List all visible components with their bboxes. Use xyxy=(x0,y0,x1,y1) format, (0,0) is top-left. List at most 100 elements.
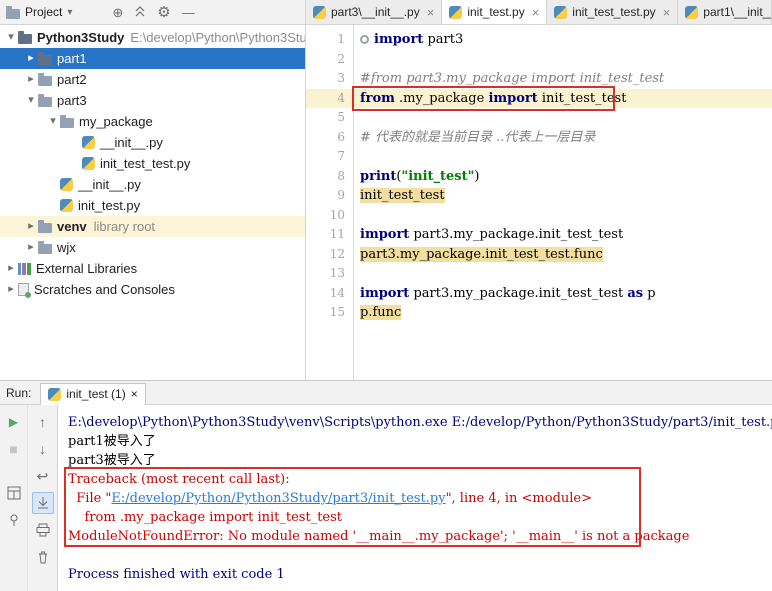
main-area: ▾ Python3Study E:\develop\Python\Python3… xyxy=(0,25,772,380)
close-icon[interactable]: × xyxy=(663,5,671,20)
rerun-button[interactable]: ▶ xyxy=(3,411,25,433)
editor-tab-part3-init[interactable]: part3\__init__.py × xyxy=(306,0,443,24)
text-line: from .my_package import init_test_test xyxy=(68,508,772,527)
soft-wrap-button[interactable]: ↩ xyxy=(32,465,54,487)
editor-tab-init-test[interactable]: init_test.py × xyxy=(442,0,548,24)
chevron-down-icon[interactable]: ▾ xyxy=(24,90,38,111)
code-token: part3.my_package.init_test_test.func xyxy=(360,246,603,262)
code-token: from .my_package import init_test_test xyxy=(68,510,343,525)
python-file-icon xyxy=(60,178,73,191)
code-token: from xyxy=(360,90,395,106)
chevron-down-icon[interactable]: ▾ xyxy=(4,27,18,48)
chevron-right-icon[interactable]: ▸ xyxy=(24,237,38,258)
collapse-all-icon[interactable] xyxy=(134,6,146,18)
tree-item-init-py-part3[interactable]: __init__.py xyxy=(0,174,305,195)
code-token: .my_package xyxy=(394,90,489,106)
text-line: print("init_test") xyxy=(354,167,772,187)
line-number: 8 xyxy=(337,168,345,183)
tree-item-init-test-py[interactable]: init_test.py xyxy=(0,195,305,216)
console-output[interactable]: E:\develop\Python\Python3Study\venv\Scri… xyxy=(58,405,772,591)
tree-item-label: init_test.py xyxy=(78,198,141,213)
folder-icon xyxy=(38,220,52,233)
text-line: part3被导入了 xyxy=(68,451,772,470)
code-token: part3 xyxy=(423,32,464,47)
tree-item-my-package[interactable]: ▾ my_package xyxy=(0,111,305,132)
stop-button[interactable]: ■ xyxy=(3,438,25,460)
project-view-selector[interactable]: Project ▾ xyxy=(6,5,72,19)
tree-item-part3[interactable]: ▾ part3 xyxy=(0,90,305,111)
code-token: part1被导入了 xyxy=(68,434,156,449)
editor-marker-icon xyxy=(360,35,369,44)
code-token: import xyxy=(374,32,424,47)
tree-item-label: init_test_test.py xyxy=(100,156,191,171)
code-token: File " xyxy=(68,491,112,506)
run-tab-bar: Run: init_test (1) × xyxy=(0,381,772,405)
tree-item-scratches[interactable]: ▸ Scratches and Consoles xyxy=(0,279,305,300)
text-line xyxy=(354,50,772,70)
prev-trace-button[interactable]: ↑ xyxy=(32,411,54,433)
run-toolbar-left: ▶ ■ xyxy=(0,405,28,591)
tree-item-path: E:\develop\Python\Python3Stu xyxy=(130,30,305,45)
hide-panel-icon[interactable]: — xyxy=(182,6,195,19)
text-line: part3.my_package.init_test_test.func xyxy=(354,245,772,265)
pin-tab-button[interactable] xyxy=(3,509,25,531)
restore-layout-button[interactable] xyxy=(3,482,25,504)
editor-gutter[interactable]: 1 2 3 4 5 6 7 8 9 10 11 12 13 14 15 xyxy=(306,25,354,380)
text-line: # 代表的就是当前目录 ..代表上一层目录 xyxy=(354,128,772,148)
close-icon[interactable]: × xyxy=(427,5,435,20)
text-line: ModuleNotFoundError: No module named '__… xyxy=(68,527,772,546)
text-line xyxy=(354,206,772,226)
tree-item-part2[interactable]: ▸ part2 xyxy=(0,69,305,90)
tree-item-venv[interactable]: ▸ venv library root xyxy=(0,216,305,237)
next-trace-button[interactable]: ↓ xyxy=(32,438,54,460)
python-file-icon xyxy=(82,136,95,149)
folder-icon xyxy=(38,52,52,65)
tree-item-label: part3 xyxy=(57,93,87,108)
code-token: import xyxy=(360,285,410,301)
code-token: E:\develop\Python\Python3Study\venv\Scri… xyxy=(68,415,772,430)
code-token: Process finished with exit code 1 xyxy=(68,567,285,582)
chevron-down-icon[interactable]: ▾ xyxy=(46,111,60,132)
chevron-right-icon[interactable]: ▸ xyxy=(24,69,38,90)
text-line: import part3 xyxy=(354,30,772,50)
run-tab-init-test[interactable]: init_test (1) × xyxy=(40,382,146,405)
code-area[interactable]: import part3 #from part3.my_package impo… xyxy=(354,25,772,380)
clear-all-icon[interactable] xyxy=(32,546,54,568)
text-line xyxy=(354,264,772,284)
settings-gear-icon[interactable]: ⚙ xyxy=(157,5,170,20)
tree-item-part1[interactable]: ▸ part1 xyxy=(0,48,305,69)
text-line: E:\develop\Python\Python3Study\venv\Scri… xyxy=(68,413,772,432)
folder-icon xyxy=(38,73,52,86)
tree-item-python3study[interactable]: ▾ Python3Study E:\develop\Python\Python3… xyxy=(0,27,305,48)
tree-item-wjx[interactable]: ▸ wjx xyxy=(0,237,305,258)
chevron-right-icon[interactable]: ▸ xyxy=(24,48,38,69)
tree-item-external-libraries[interactable]: ▸ External Libraries xyxy=(0,258,305,279)
tree-item-label: Python3Study xyxy=(37,30,125,45)
project-toolbar-icons: ⊕ ⚙ — xyxy=(112,5,194,20)
text-line: import part3.my_package.init_test_test a… xyxy=(354,284,772,304)
scroll-to-end-button[interactable] xyxy=(31,492,54,514)
tree-item-init-test-test-py[interactable]: init_test_test.py xyxy=(0,153,305,174)
editor-tab-init-test-test[interactable]: init_test_test.py × xyxy=(547,0,679,24)
close-icon[interactable]: × xyxy=(131,387,138,401)
stacktrace-link[interactable]: E:/develop/Python/Python3Study/part3/ini… xyxy=(111,491,445,506)
chevron-right-icon[interactable]: ▸ xyxy=(24,216,38,237)
editor-tab-part1-init[interactable]: part1\__init__.py × xyxy=(678,0,772,24)
line-number: 11 xyxy=(329,227,345,241)
line-number: 3 xyxy=(337,71,345,85)
code-token: init_test_test xyxy=(360,188,445,203)
close-icon[interactable]: × xyxy=(532,5,540,20)
pycharm-window: Project ▾ ⊕ ⚙ — part3\__init__.py × init… xyxy=(0,0,772,591)
editor[interactable]: 1 2 3 4 5 6 7 8 9 10 11 12 13 14 15 import part3 #from… xyxy=(306,25,772,380)
chevron-right-icon[interactable]: ▸ xyxy=(4,258,18,279)
code-token: import xyxy=(488,90,538,106)
code-token: # 代表的就是当前目录 ..代表上一层目录 xyxy=(360,129,596,145)
chevron-right-icon[interactable]: ▸ xyxy=(4,279,18,300)
locate-file-icon[interactable]: ⊕ xyxy=(112,6,123,19)
print-button[interactable] xyxy=(32,519,54,541)
code-token: ModuleNotFoundError: No module named '__… xyxy=(68,529,690,544)
line-number: 13 xyxy=(329,266,345,280)
project-selector-label: Project xyxy=(25,5,63,19)
tab-label: init_test.py xyxy=(467,5,525,19)
tree-item-init-py-package[interactable]: __init__.py xyxy=(0,132,305,153)
